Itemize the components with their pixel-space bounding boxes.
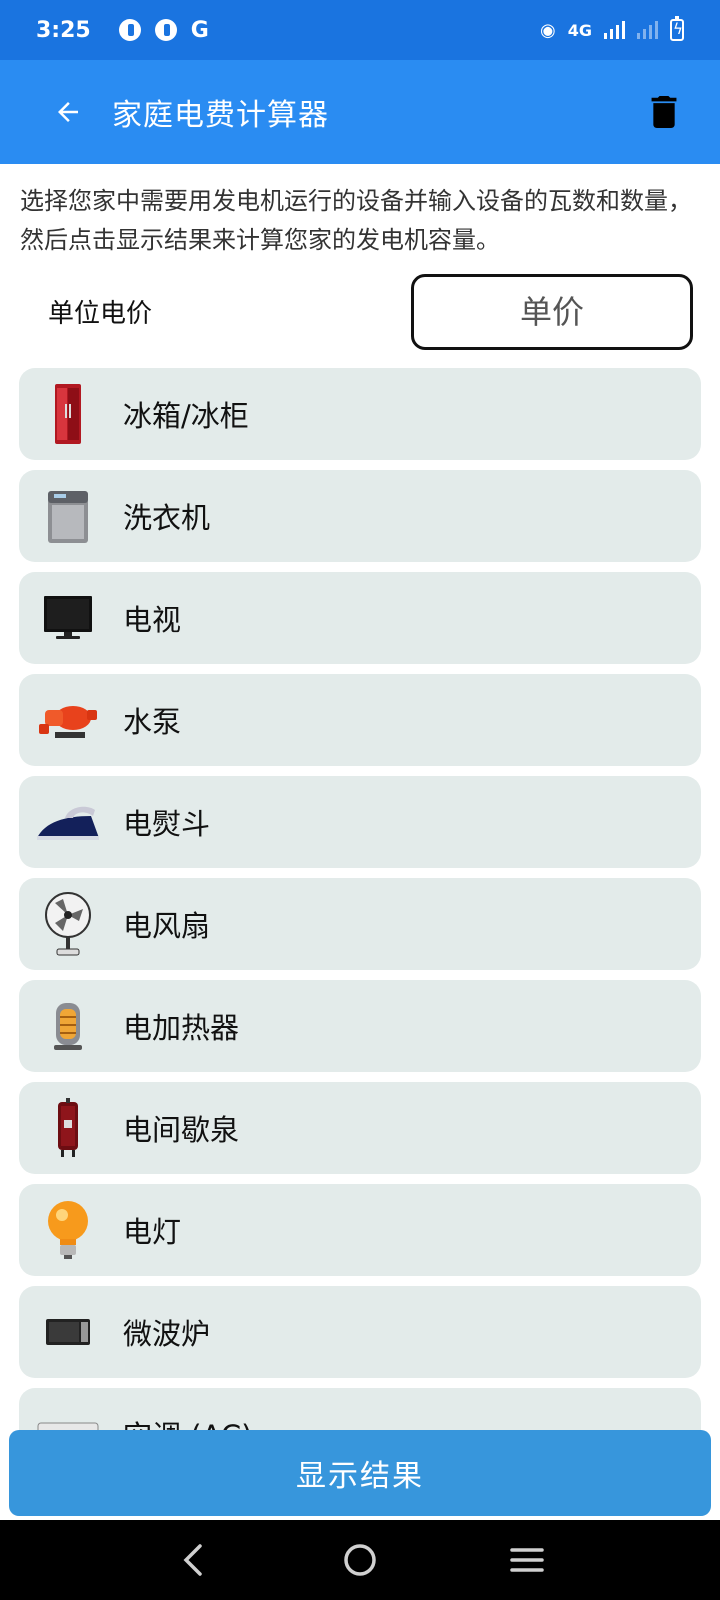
device-label: 水泵	[123, 705, 182, 739]
system-nav-bar	[0, 1520, 720, 1600]
device-item-tv[interactable]: 电视	[19, 572, 701, 664]
app-bar: 家庭电费计算器	[0, 60, 720, 164]
status-bar: 3:25 G ◉ 4G	[0, 0, 720, 60]
status-time: 3:25	[36, 17, 91, 43]
light-bulb-icon	[33, 1195, 103, 1265]
unit-price-input[interactable]	[411, 274, 693, 350]
notification-app-icon	[118, 19, 141, 41]
fridge-icon	[33, 379, 103, 449]
google-icon: G	[190, 17, 209, 43]
device-label: 电灯	[123, 1215, 182, 1249]
page-title: 家庭电费计算器	[112, 98, 329, 133]
notification-app-icon	[154, 19, 177, 41]
back-button[interactable]	[38, 82, 98, 142]
washing-machine-icon	[33, 481, 103, 551]
device-list: 冰箱/冰柜 洗衣机 电视 水泵 电熨斗 电风扇 电加热器 电间歇泉 电灯 微波炉	[19, 368, 701, 1432]
device-item-water-pump[interactable]: 水泵	[19, 674, 701, 766]
water-pump-icon	[33, 685, 103, 755]
device-label: 电间歇泉	[123, 1113, 240, 1147]
instructions-text: 选择您家中需要用发电机运行的设备并输入设备的瓦数和数量，然后点击显示结果来计算您…	[20, 187, 692, 254]
air-conditioner-icon	[33, 1399, 103, 1432]
device-item-washing-machine[interactable]: 洗衣机	[19, 470, 701, 562]
heater-icon	[33, 991, 103, 1061]
microwave-icon	[33, 1297, 103, 1367]
iron-icon	[33, 787, 103, 857]
battery-icon	[670, 16, 684, 41]
signal-icon	[604, 21, 625, 39]
arrow-left-icon	[58, 102, 78, 122]
device-item-fridge[interactable]: 冰箱/冰柜	[19, 368, 701, 460]
device-label: 电风扇	[123, 909, 211, 943]
water-heater-icon	[33, 1093, 103, 1163]
nav-home-button[interactable]	[330, 1530, 390, 1590]
network-type: 4G	[567, 20, 592, 40]
device-label: 电加热器	[123, 1011, 240, 1045]
device-label: 电视	[123, 603, 182, 637]
fan-icon	[33, 889, 103, 959]
device-item-microwave[interactable]: 微波炉	[19, 1286, 701, 1378]
tv-icon	[33, 583, 103, 653]
device-item-fan[interactable]: 电风扇	[19, 878, 701, 970]
device-label: 电熨斗	[123, 807, 211, 841]
unit-price-label: 单位电价	[48, 299, 153, 329]
nav-back-button[interactable]	[163, 1530, 223, 1590]
nav-menu-icon	[509, 1548, 544, 1572]
hotspot-icon: ◉	[540, 19, 556, 41]
signal-icon-secondary	[637, 21, 658, 39]
nav-back-icon	[183, 1544, 203, 1576]
device-item-light[interactable]: 电灯	[19, 1184, 701, 1276]
device-item-iron[interactable]: 电熨斗	[19, 776, 701, 868]
device-item-air-conditioner[interactable]: 空调 (AC)	[19, 1388, 701, 1432]
device-label: 微波炉	[123, 1317, 211, 1351]
device-label: 冰箱/冰柜	[123, 399, 249, 433]
device-item-water-heater[interactable]: 电间歇泉	[19, 1082, 701, 1174]
nav-home-icon	[344, 1544, 376, 1576]
trash-icon	[651, 96, 677, 128]
nav-menu-button[interactable]	[497, 1530, 557, 1590]
device-label: 洗衣机	[123, 501, 211, 535]
device-item-heater[interactable]: 电加热器	[19, 980, 701, 1072]
show-results-button[interactable]: 显示结果	[9, 1430, 711, 1516]
delete-button[interactable]	[638, 86, 690, 138]
